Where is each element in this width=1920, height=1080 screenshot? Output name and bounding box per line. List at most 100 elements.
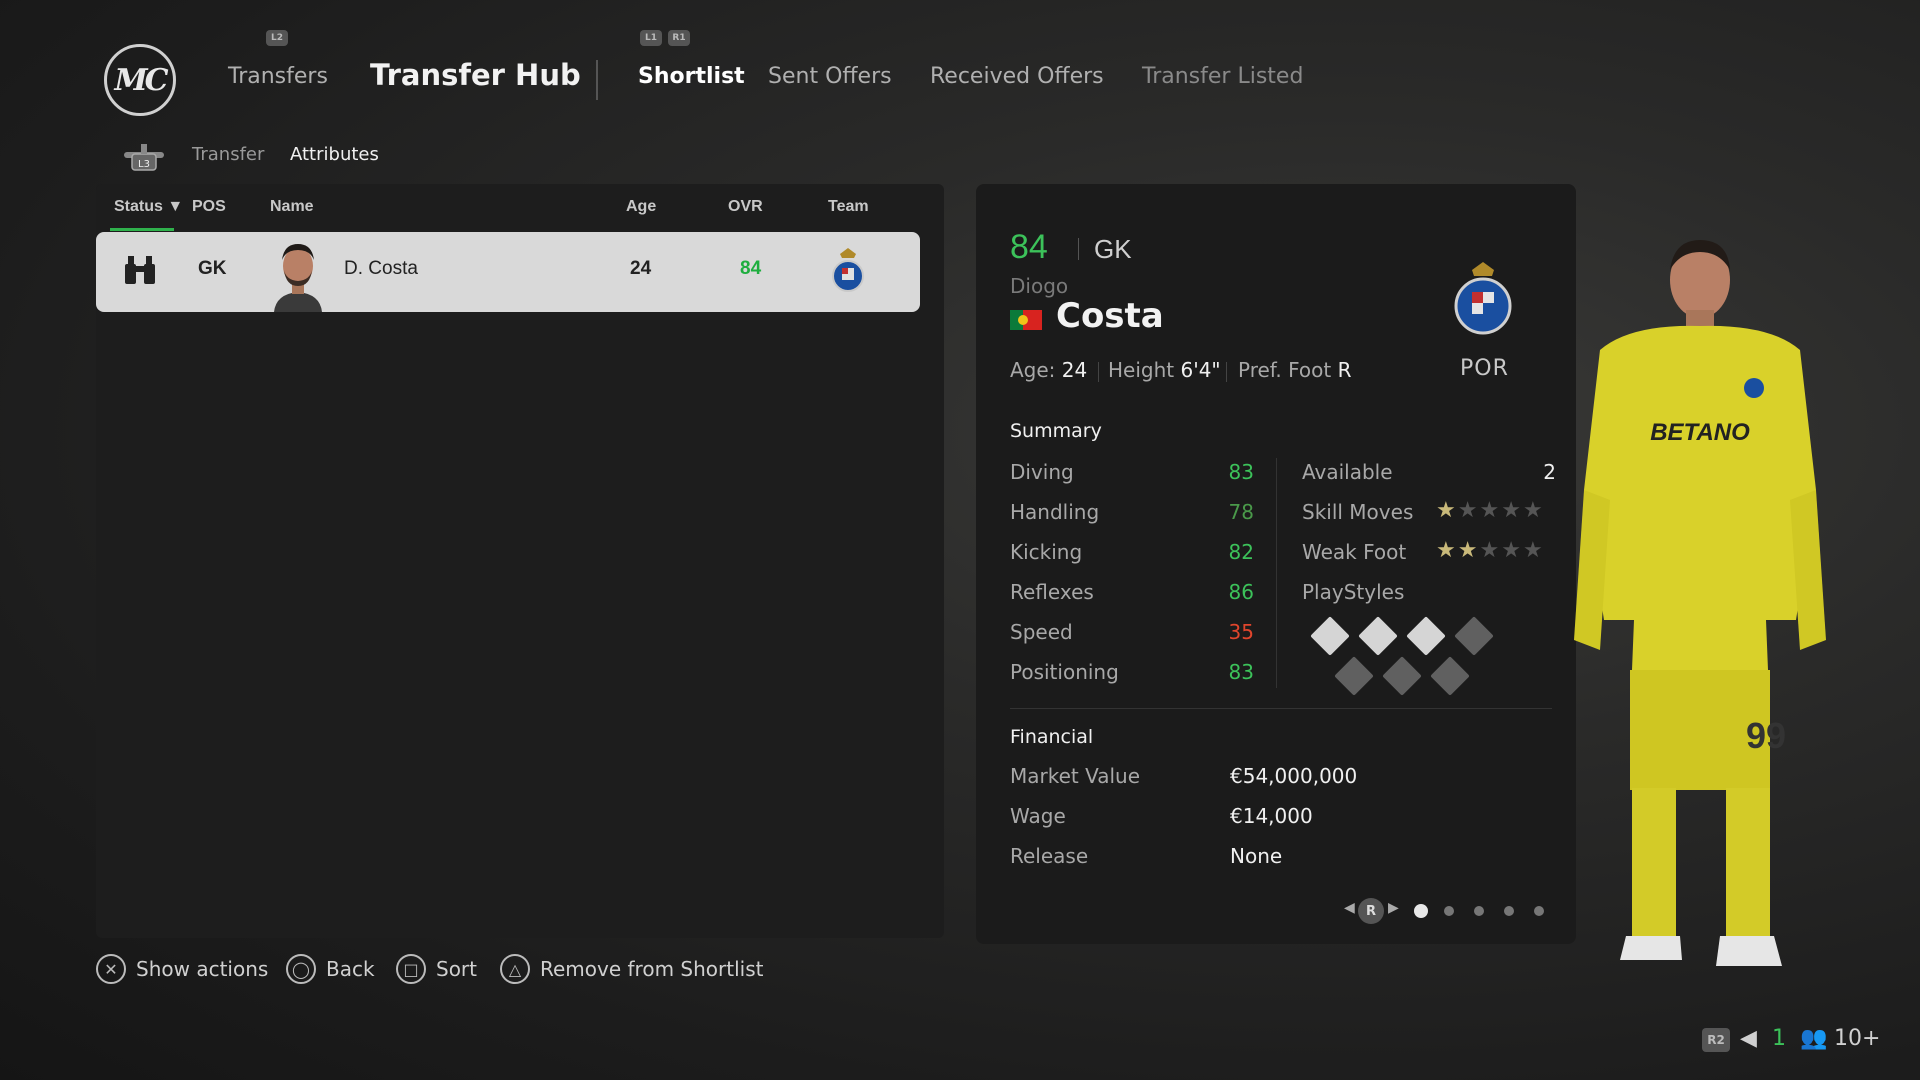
team-crest-icon — [830, 246, 866, 300]
career-mode-logo: MC — [104, 44, 176, 116]
sort-down-icon: ▼ — [167, 198, 184, 215]
wage-label: Wage — [1010, 804, 1066, 828]
player-position: GK — [1094, 234, 1132, 264]
release-value: None — [1230, 844, 1283, 868]
tab-sent-offers[interactable]: Sent Offers — [768, 64, 892, 89]
skill-moves-label: Skill Moves — [1302, 500, 1414, 524]
release-label: Release — [1010, 844, 1089, 868]
star-icon: ★ — [1501, 498, 1521, 523]
financial-heading: Financial — [1010, 726, 1094, 748]
star-icon: ★ — [1522, 498, 1543, 523]
player-age: Age: 24 — [1010, 358, 1088, 382]
tab-shortlist[interactable]: Shortlist — [638, 64, 745, 89]
l2-button-hint: L2 — [266, 30, 288, 46]
stat-label: Diving — [1010, 460, 1074, 484]
player-pref-foot: Pref. Foot R — [1238, 358, 1352, 382]
svg-text:L3: L3 — [138, 159, 150, 170]
back-hint[interactable]: ◯ Back — [286, 954, 375, 984]
pager-dot[interactable] — [1444, 906, 1454, 916]
pager-dot[interactable] — [1474, 906, 1484, 916]
stat-value: 83 — [1228, 660, 1254, 684]
wage-value: €14,000 — [1230, 804, 1313, 828]
player-render: BETANO 99 — [1570, 240, 1830, 1000]
svg-text:BETANO: BETANO — [1650, 419, 1750, 446]
row-name: D. Costa — [344, 258, 418, 279]
header-team[interactable]: Team — [828, 198, 869, 216]
stat-label: Positioning — [1010, 660, 1119, 684]
ovr-separator — [1078, 238, 1079, 260]
stat-label: Speed — [1010, 620, 1073, 644]
player-ovr: 84 — [1010, 228, 1048, 266]
pager-dot[interactable] — [1534, 906, 1544, 916]
playstyles-label: PlayStyles — [1302, 580, 1405, 604]
market-value: €54,000,000 — [1230, 764, 1358, 788]
club-crest-icon — [1452, 260, 1514, 336]
remove-from-shortlist-hint[interactable]: △ Remove from Shortlist — [500, 954, 763, 984]
l3-button-icon[interactable]: L3 — [122, 142, 166, 172]
stat-label: Reflexes — [1010, 580, 1094, 604]
stat-value: 78 — [1228, 500, 1254, 524]
nav-separator — [596, 60, 598, 100]
sort-hint[interactable]: □ Sort — [396, 954, 477, 984]
stat-label: Kicking — [1010, 540, 1083, 564]
weak-foot-label: Weak Foot — [1302, 540, 1407, 564]
player-height: Height 6'4" — [1108, 358, 1221, 382]
triangle-button-icon: △ — [500, 954, 530, 984]
show-actions-hint[interactable]: ✕ Show actions — [96, 954, 268, 984]
square-button-icon: □ — [396, 954, 426, 984]
market-value-label: Market Value — [1010, 764, 1141, 788]
player-last-name: Costa — [1056, 296, 1164, 336]
svg-text:99: 99 — [1746, 715, 1786, 756]
available-label: Available — [1302, 460, 1393, 484]
sort-indicator — [110, 228, 174, 231]
tab-transfer-listed[interactable]: Transfer Listed — [1142, 64, 1303, 89]
r1-button-hint: R1 — [668, 30, 690, 46]
stat-value: 86 — [1228, 580, 1254, 604]
online-users-icon: 👥 — [1800, 1026, 1828, 1051]
star-icon: ★ — [1479, 498, 1500, 523]
star-icon: ★ — [1522, 538, 1543, 563]
player-nation: POR — [1460, 356, 1509, 381]
header-name[interactable]: Name — [270, 198, 314, 216]
tab-received-offers[interactable]: Received Offers — [930, 64, 1104, 89]
subnav-attributes[interactable]: Attributes — [290, 144, 379, 165]
r2-button-hint: R2 — [1702, 1028, 1730, 1052]
star-icon: ★ — [1457, 498, 1478, 523]
star-icon: ★ — [1436, 538, 1456, 563]
page-title: Transfer Hub — [370, 58, 581, 92]
header-status[interactable]: Status ▼ — [114, 198, 183, 216]
table-row[interactable]: GK D. Costa 24 84 — [96, 232, 920, 312]
stat-value: 82 — [1228, 540, 1254, 564]
stat-value: 35 — [1228, 620, 1254, 644]
cross-button-icon: ✕ — [96, 954, 126, 984]
weak-foot-stars: ★ ★ ★ ★ ★ — [1436, 538, 1543, 563]
section-divider — [1010, 708, 1552, 709]
pager-dot[interactable] — [1504, 906, 1514, 916]
star-icon: ★ — [1457, 538, 1478, 563]
summary-divider — [1276, 458, 1277, 688]
header-age[interactable]: Age — [626, 198, 656, 216]
row-pos: GK — [198, 258, 227, 279]
header-ovr[interactable]: OVR — [728, 198, 763, 216]
info-separator — [1098, 362, 1099, 382]
pager-left-arrow-icon[interactable]: ◀ — [1344, 900, 1355, 916]
stat-label: Handling — [1010, 500, 1100, 524]
header-pos[interactable]: POS — [192, 198, 226, 216]
summary-heading: Summary — [1010, 420, 1102, 442]
row-age: 24 — [630, 258, 652, 279]
voice-count: 1 — [1772, 1026, 1786, 1051]
skill-moves-stars: ★ ★ ★ ★ ★ — [1436, 498, 1543, 523]
pager-right-arrow-icon[interactable]: ▶ — [1388, 900, 1399, 916]
online-count: 10+ — [1834, 1026, 1881, 1051]
portugal-flag-icon — [1010, 310, 1042, 330]
subnav-transfer[interactable]: Transfer — [192, 144, 264, 165]
voice-chat-icon: ◀ — [1740, 1026, 1757, 1051]
circle-button-icon: ◯ — [286, 954, 316, 984]
info-separator — [1226, 362, 1227, 382]
star-icon: ★ — [1479, 538, 1500, 563]
available-value: 2 — [1543, 460, 1556, 484]
nav-transfers[interactable]: Transfers — [228, 64, 328, 89]
star-icon: ★ — [1501, 538, 1521, 563]
pager-dot[interactable] — [1414, 904, 1428, 918]
row-ovr: 84 — [740, 258, 762, 279]
